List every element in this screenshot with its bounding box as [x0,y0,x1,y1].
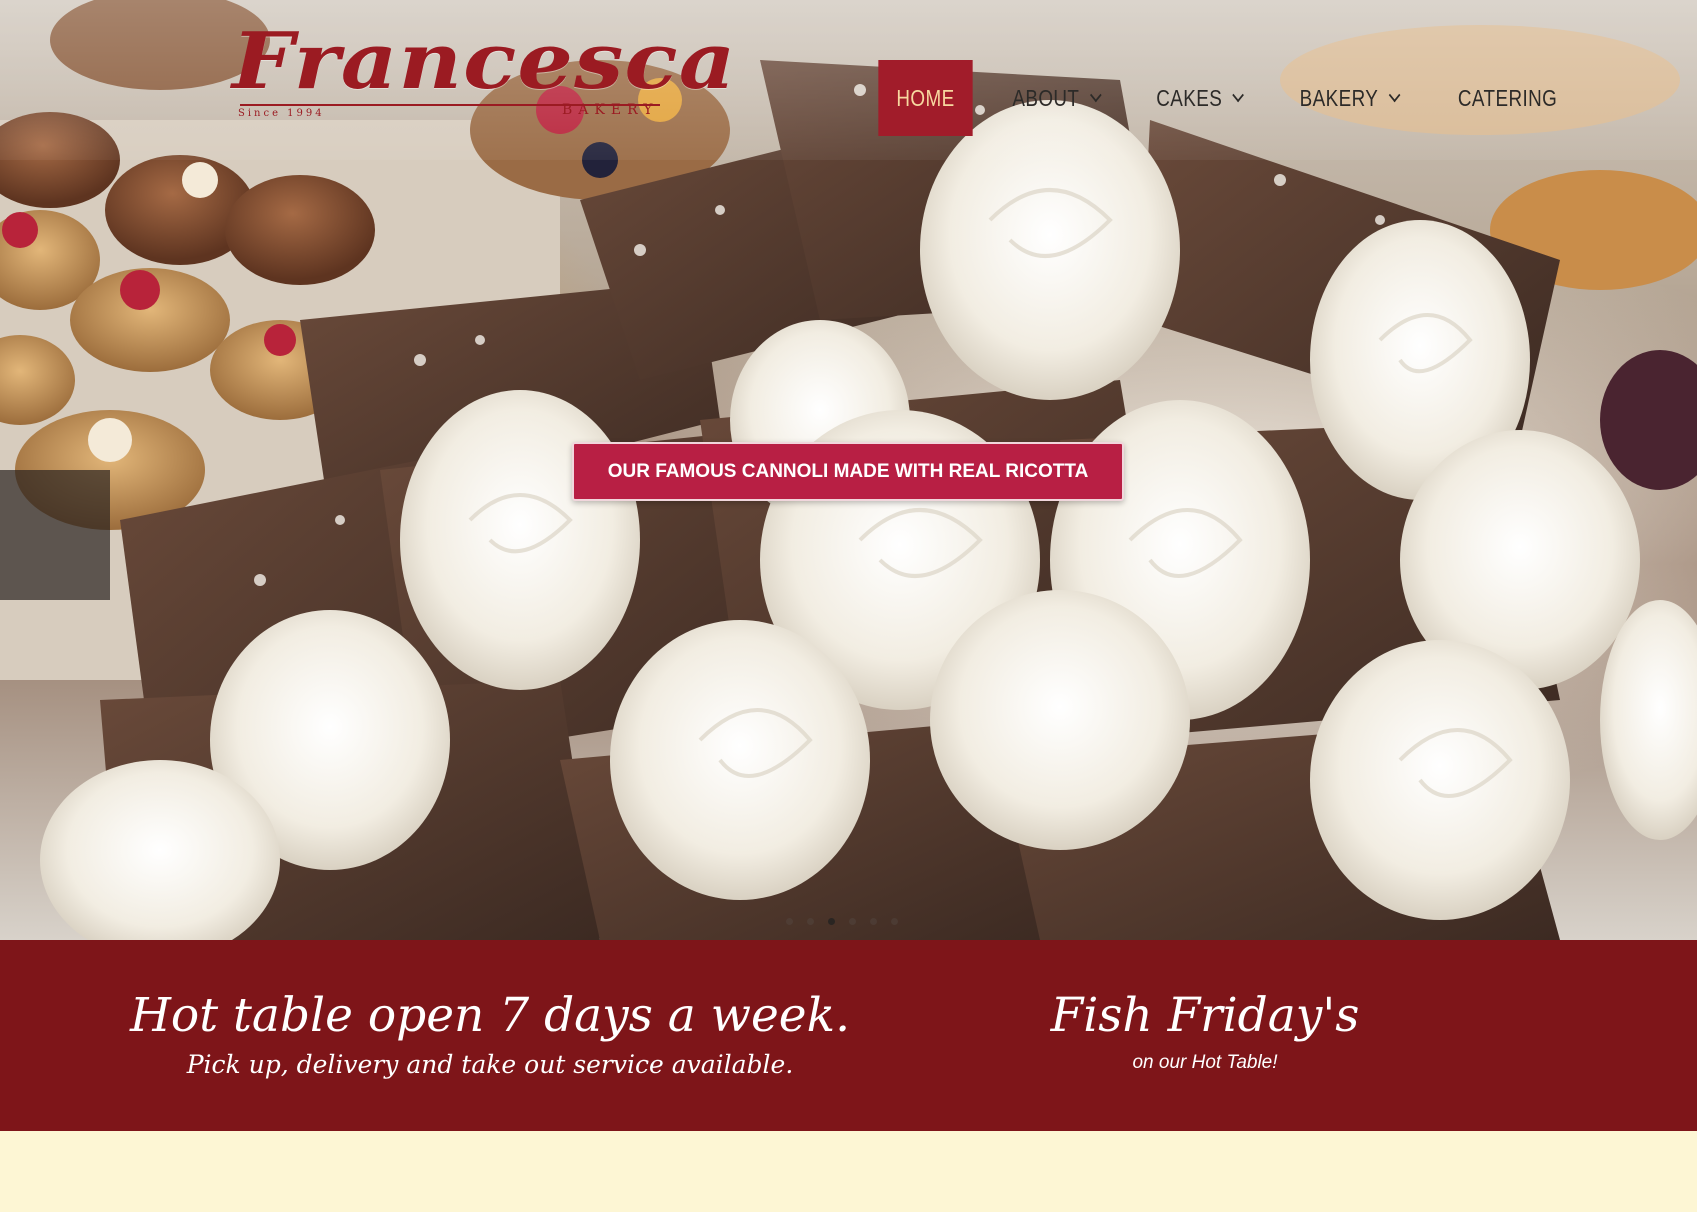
promo-subtext: on our Hot Table! [1132,1051,1278,1073]
content-area [0,1131,1697,1212]
slider-dot-active[interactable] [828,918,835,925]
slider-pagination [786,918,898,925]
chevron-down-icon [1089,88,1102,103]
slider-dot[interactable] [786,918,793,925]
brand-since: Since 1994 [238,108,325,119]
nav-item-cakes[interactable]: CAKES [1140,60,1257,136]
chevron-down-icon [1388,88,1401,103]
slider-dot[interactable] [870,918,877,925]
chevron-down-icon [1232,88,1245,103]
brand-name: Francesca [232,16,737,107]
main-navigation: HOME ABOUT CAKES BAKERY CATERING [868,60,1588,136]
nav-label: BAKERY [1299,84,1379,111]
promo-hot-table: Hot table open 7 days a week. Pick up, d… [120,990,860,1079]
promo-headline: Hot table open 7 days a week. [129,988,851,1043]
promo-band: Hot table open 7 days a week. Pick up, d… [0,940,1697,1131]
promo-headline: Fish Friday's [1050,988,1360,1043]
nav-item-home[interactable]: HOME [878,60,973,136]
promo-subtext: Pick up, delivery and take out service a… [186,1049,794,1079]
nav-item-about[interactable]: ABOUT [996,60,1114,136]
slider-dot[interactable] [807,918,814,925]
nav-label: CATERING [1458,84,1558,111]
nav-label: ABOUT [1012,84,1080,111]
nav-item-catering[interactable]: CATERING [1442,60,1574,136]
nav-label: HOME [896,84,955,111]
brand-logo[interactable]: Francesca Since 1994 BAKERY [232,16,735,122]
hero-slider: Francesca Since 1994 BAKERY HOME ABOUT C… [0,0,1697,940]
brand-tagline: BAKERY [562,102,659,118]
slider-dot[interactable] [891,918,898,925]
promo-fish-friday: Fish Friday's on our Hot Table! [1000,990,1410,1074]
hero-cta-button[interactable]: OUR FAMOUS CANNOLI MADE WITH REAL RICOTT… [572,442,1124,501]
nav-label: CAKES [1155,84,1222,111]
slider-dot[interactable] [849,918,856,925]
nav-item-bakery[interactable]: BAKERY [1283,60,1412,136]
